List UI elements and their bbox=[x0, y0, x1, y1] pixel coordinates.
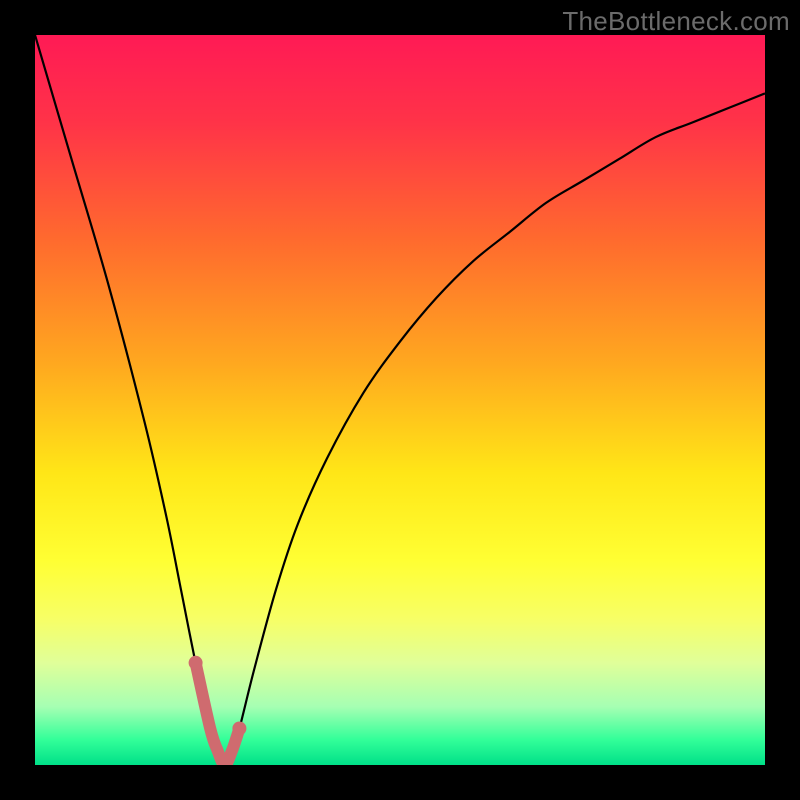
plot-area bbox=[35, 35, 765, 765]
curve-highlight bbox=[196, 663, 240, 765]
highlight-dot bbox=[189, 656, 203, 670]
curve-line bbox=[35, 35, 765, 765]
bottleneck-curve bbox=[35, 35, 765, 765]
watermark-text: TheBottleneck.com bbox=[562, 6, 790, 37]
chart-frame: TheBottleneck.com bbox=[0, 0, 800, 800]
highlight-dot bbox=[232, 722, 246, 736]
